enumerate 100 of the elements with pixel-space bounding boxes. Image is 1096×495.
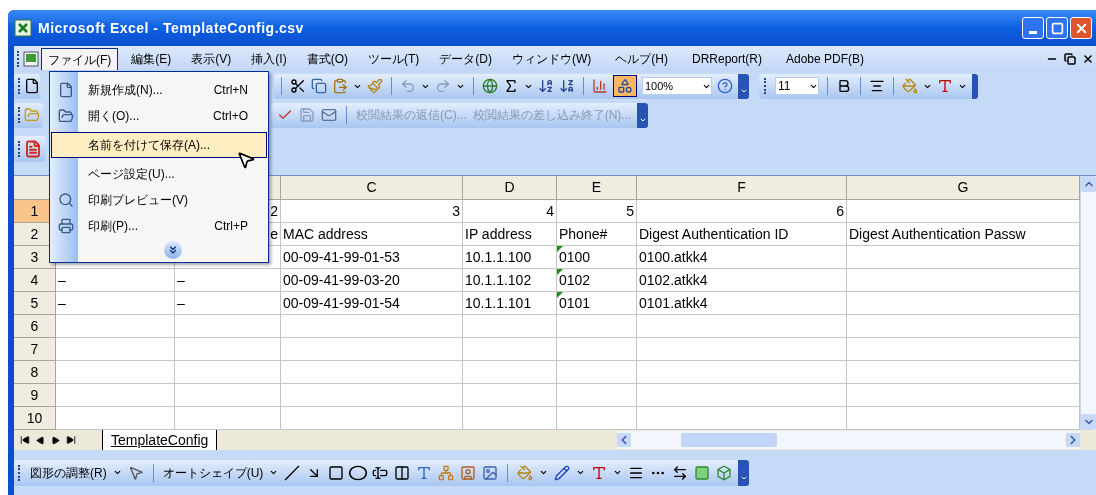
font-color-icon[interactable] — [591, 464, 608, 481]
sort-ascending-icon[interactable] — [538, 78, 554, 94]
bold-icon[interactable] — [836, 78, 852, 94]
picture-icon[interactable] — [482, 464, 499, 481]
menu-item[interactable]: ヘルプ(H) — [608, 48, 675, 70]
menu-item[interactable]: 書式(O) — [299, 48, 355, 70]
caret-icon[interactable] — [112, 468, 122, 477]
caret-icon[interactable] — [576, 468, 586, 477]
line-color-icon[interactable] — [554, 464, 571, 481]
close-button[interactable] — [1070, 17, 1092, 39]
document-icon[interactable] — [24, 78, 40, 94]
toolbar-overflow-button[interactable] — [972, 73, 978, 99]
restore-workbook-icon[interactable] — [1064, 53, 1076, 65]
maximize-icon — [1050, 21, 1064, 35]
caret-icon[interactable] — [269, 468, 279, 477]
toolbar-grip[interactable] — [17, 51, 20, 67]
row-header[interactable]: 6 — [14, 315, 56, 338]
row-header[interactable]: 8 — [14, 361, 56, 384]
mail-icon[interactable] — [321, 107, 337, 123]
toolbar-grip[interactable] — [18, 464, 21, 481]
next-sheet-icon[interactable] — [51, 435, 60, 445]
maximize-button[interactable] — [1046, 17, 1068, 39]
expand-menu-button[interactable] — [164, 241, 182, 259]
close-workbook-icon[interactable] — [1082, 53, 1094, 65]
vertical-text-box-icon[interactable] — [394, 464, 411, 481]
shadow-style-icon[interactable] — [694, 464, 711, 481]
sort-descending-icon[interactable] — [559, 78, 575, 94]
mouse-cursor-icon — [236, 150, 256, 170]
menu-item[interactable]: ページ設定(U)... — [51, 161, 267, 187]
sum-icon[interactable] — [503, 78, 519, 94]
pointer-icon[interactable] — [127, 464, 144, 481]
table-cell: 0102 — [557, 269, 637, 292]
globe-icon[interactable] — [482, 78, 498, 94]
row-header[interactable]: 9 — [14, 384, 56, 407]
vertical-scrollbar[interactable] — [1080, 176, 1096, 430]
3d-style-icon[interactable] — [716, 464, 733, 481]
help-icon[interactable] — [717, 78, 733, 94]
pdf-icon[interactable] — [24, 140, 42, 158]
menu-item[interactable]: 新規作成(N)... Ctrl+N — [51, 77, 267, 103]
menu-item[interactable]: DRReport(R) — [685, 48, 769, 70]
arrow-style-icon[interactable] — [672, 464, 689, 481]
menu-item[interactable]: データ(D) — [432, 48, 499, 70]
clip-art-icon[interactable] — [460, 464, 477, 481]
menu-item[interactable]: 編集(E) — [124, 48, 179, 70]
toolbar-overflow-button[interactable] — [637, 102, 649, 128]
last-sheet-icon[interactable] — [66, 435, 76, 445]
column-header[interactable]: C — [281, 176, 463, 200]
fill-color-icon[interactable] — [517, 464, 534, 481]
column-header[interactable]: F — [637, 176, 847, 200]
minimize-button[interactable] — [1022, 17, 1044, 39]
caret-icon[interactable] — [613, 468, 623, 477]
paintbrush-icon[interactable] — [367, 78, 383, 94]
row-header[interactable]: 4 — [14, 269, 56, 292]
toolbar-grip[interactable] — [764, 78, 767, 94]
menu-item[interactable]: ファイル(F) — [41, 48, 119, 70]
menu-item[interactable]: 開く(O)... Ctrl+O — [51, 103, 267, 129]
menu-item[interactable]: 挿入(I) — [244, 48, 294, 70]
scroll-right-icon[interactable] — [1066, 433, 1080, 447]
drawing-toggle-button[interactable] — [613, 75, 637, 97]
bar-chart-icon[interactable] — [592, 78, 608, 94]
autoshapes-menu-button[interactable]: オートシェイプ(U) — [162, 463, 264, 482]
scissors-icon[interactable] — [290, 78, 306, 94]
row-header[interactable]: 10 — [14, 407, 56, 430]
sheet-tab[interactable]: TemplateConfig — [102, 430, 218, 450]
text-box-icon[interactable] — [372, 464, 389, 481]
clipboard-icon[interactable] — [332, 78, 348, 94]
copy-icon[interactable] — [311, 78, 327, 94]
spreadsheet-icon[interactable] — [23, 51, 39, 67]
oval-icon[interactable] — [348, 464, 369, 481]
column-header[interactable]: E — [557, 176, 637, 200]
menu-item[interactable]: 表示(V) — [184, 48, 239, 70]
menu-item[interactable]: 名前を付けて保存(A)... — [51, 132, 267, 158]
fill-color-icon[interactable] — [902, 78, 918, 94]
toolbar-grip[interactable] — [18, 78, 21, 94]
draw-menu-button[interactable]: 図形の調整(R) — [30, 463, 107, 482]
menu-item[interactable]: ウィンドウ(W) — [505, 48, 599, 70]
row-header[interactable]: 7 — [14, 338, 56, 361]
column-header[interactable]: G — [847, 176, 1080, 200]
font-size-field[interactable]: 11 — [775, 77, 819, 95]
font-color-icon[interactable] — [937, 78, 953, 94]
previous-sheet-icon[interactable] — [36, 435, 45, 445]
row-header[interactable]: 5 — [14, 292, 56, 315]
scroll-left-icon[interactable] — [617, 433, 632, 447]
toolbar-overflow-button[interactable] — [738, 459, 750, 486]
menu-item[interactable]: Adobe PDF(B) — [779, 48, 872, 70]
toolbar-grip[interactable] — [18, 141, 21, 157]
diagram-icon[interactable] — [438, 464, 455, 481]
zoom-field[interactable]: 100% — [642, 77, 712, 95]
align-center-icon[interactable] — [869, 78, 885, 94]
rectangle-icon[interactable] — [328, 464, 345, 481]
menu-item[interactable]: ツール(T) — [361, 48, 427, 70]
horizontal-scrollbar[interactable] — [617, 431, 1080, 449]
table-cell: Digest Authentication ID — [637, 223, 847, 246]
column-header[interactable]: D — [463, 176, 557, 200]
wordart-icon[interactable] — [416, 464, 433, 481]
toolbar-grip[interactable] — [18, 107, 21, 123]
toolbar-overflow-button[interactable] — [738, 73, 749, 99]
first-sheet-icon[interactable] — [20, 435, 30, 445]
caret-icon[interactable] — [539, 468, 549, 477]
line-icon[interactable] — [284, 464, 301, 481]
